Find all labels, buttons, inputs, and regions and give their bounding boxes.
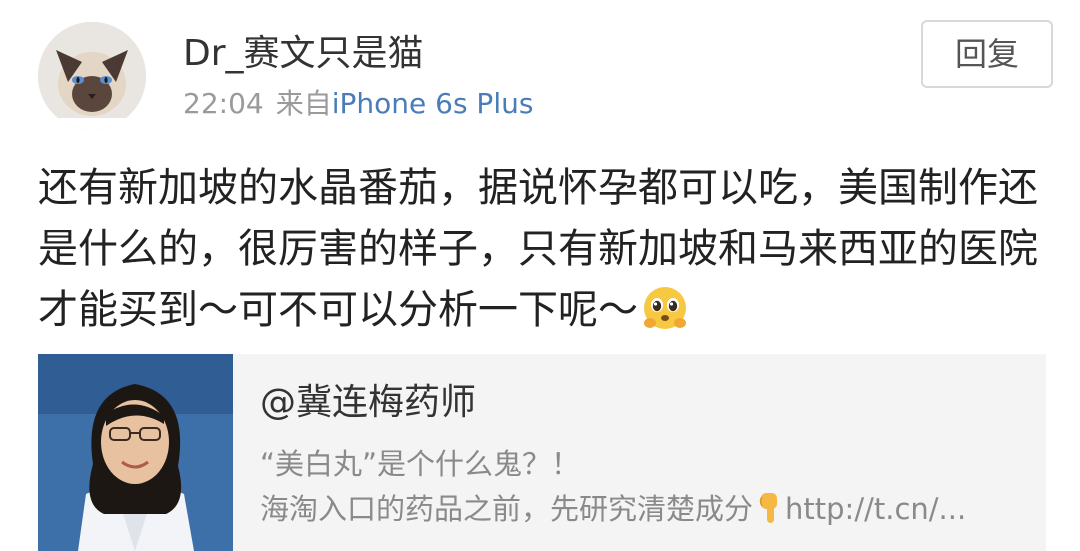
pointing-down-hand-icon: [759, 493, 778, 523]
card-summary: 海淘入口的药品之前，先研究清楚成分 http://t.cn/...: [260, 489, 966, 529]
reply-button[interactable]: 回复: [921, 20, 1053, 88]
user-avatar[interactable]: [38, 22, 146, 130]
card-headline: “美白丸”是个什么鬼？！: [260, 447, 581, 481]
via-prefix: 来自: [275, 87, 332, 120]
card-summary-text: 海淘入口的药品之前，先研究清楚成分: [260, 492, 754, 526]
siamese-cat-icon: [38, 22, 146, 130]
card-author: @冀连梅药师: [260, 382, 477, 423]
card-link[interactable]: http://t.cn/...: [785, 492, 966, 526]
weibo-comment: Dr_赛文只是猫 22:04 来自iPhone 6s Plus 回复 还有新加坡的…: [0, 0, 1080, 551]
post-time: 22:04: [183, 87, 264, 120]
comment-text: 还有新加坡的水晶番茄，据说怀孕都可以吃，美国制作还是什么的，很厉害的样子，只有新…: [38, 165, 1038, 333]
shared-weibo-card[interactable]: @冀连梅药师 “美白丸”是个什么鬼？！ 海淘入口的药品之前，先研究清楚成分 ht…: [38, 354, 1046, 551]
device-name[interactable]: iPhone 6s Plus: [332, 87, 534, 120]
comment-body: 还有新加坡的水晶番茄，据说怀孕都可以吃，美国制作还是什么的，很厉害的样子，只有新…: [38, 158, 1048, 341]
pleading-face-icon: [644, 287, 686, 329]
author-name[interactable]: Dr_赛文只是猫: [183, 30, 424, 78]
card-thumbnail: [38, 354, 233, 551]
post-meta: 22:04 来自iPhone 6s Plus: [183, 84, 533, 124]
doctor-portrait-icon: [38, 354, 233, 551]
